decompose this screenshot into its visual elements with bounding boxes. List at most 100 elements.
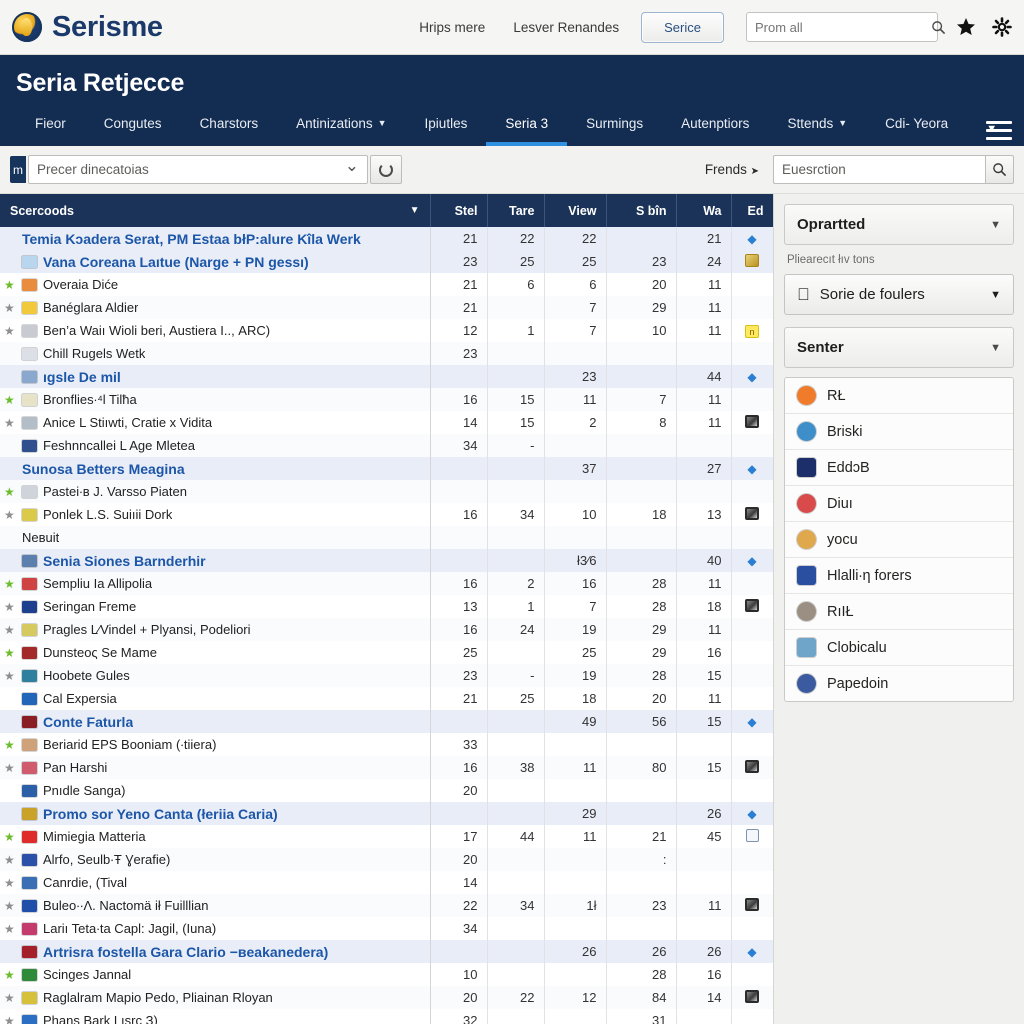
favorite-star-icon[interactable]: ★ <box>4 738 16 752</box>
table-row[interactable]: ★ Pan Harshi 16 38 11 80 15 <box>0 756 773 779</box>
favorite-star-icon[interactable]: ★ <box>4 278 16 292</box>
sidebar-list-item[interactable]: Clobicalu <box>785 630 1013 666</box>
nav-item-autenptiors[interactable]: Autenptiors <box>662 110 768 146</box>
table-row[interactable]: ★ Buleo∙∙Λ. Nactomä ił Fuilllian 22 34 1ł 23 1… <box>0 894 773 917</box>
table-row[interactable]: ★ Hoobete Gules 23-19 28 15 <box>0 664 773 687</box>
diamond-badge-icon[interactable]: ◆ <box>747 807 756 821</box>
col-header-tare[interactable]: Tare <box>487 194 545 227</box>
nav-item-surmings[interactable]: Surmings <box>567 110 662 146</box>
nav-item-sttends[interactable]: Sttends ▼ <box>768 110 866 146</box>
nav-item-congutes[interactable]: Congutes <box>85 110 181 146</box>
col-header-ed[interactable]: Ed <box>731 194 773 227</box>
table-row[interactable]: ★ Phans Bark Lısrc З) 32 31 <box>0 1009 773 1024</box>
favorite-star-icon[interactable]: ★ <box>4 899 16 913</box>
favorite-star-icon[interactable]: ★ <box>4 669 16 683</box>
top-link-resources[interactable]: Lesver Renandes <box>513 20 619 35</box>
image-badge-icon[interactable] <box>745 598 759 612</box>
diamond-badge-icon[interactable]: ◆ <box>747 945 756 959</box>
table-row[interactable]: ★ Beriarid EPЅ Booniam (∙tiiera) 33 <box>0 733 773 756</box>
table-row[interactable]: ★ Sempliu Ia Allipolia 16 2 16 28 11 <box>0 572 773 595</box>
hamburger-icon[interactable] <box>986 121 1012 145</box>
panel-senter[interactable]: Senter ▼ <box>784 327 1014 368</box>
diamond-badge-icon[interactable]: ◆ <box>747 370 756 384</box>
question-input[interactable]: Euesrction <box>773 155 985 184</box>
favorite-star-icon[interactable]: ★ <box>4 853 16 867</box>
chevron-down-icon[interactable]: ▼ <box>990 219 1001 231</box>
doc-badge-icon[interactable] <box>745 828 759 842</box>
panel-operated[interactable]: Oprartted ▼ <box>784 204 1014 245</box>
diamond-badge-icon[interactable]: ◆ <box>747 462 756 476</box>
table-row[interactable]: ★ Neвuit <box>0 526 773 549</box>
col-header-view[interactable]: View <box>544 194 607 227</box>
sidebar-list-item[interactable]: Diuı <box>785 486 1013 522</box>
note-badge-icon[interactable]: n <box>745 325 759 338</box>
favorite-star-icon[interactable]: ★ <box>4 1014 16 1024</box>
image-badge-icon[interactable] <box>745 897 759 911</box>
favorite-star-icon[interactable]: ★ <box>4 508 16 522</box>
table-row[interactable]: ★ Mimiegia Matteria 17 44 11 21 45 <box>0 825 773 848</box>
table-row[interactable]: ★ Pnıdle Sanga) 20 <box>0 779 773 802</box>
col-header-wa[interactable]: Wa <box>676 194 732 227</box>
top-link-help[interactable]: Hrips mere <box>419 20 485 35</box>
nav-item-antinizations[interactable]: Antinizations ▼ <box>277 110 405 146</box>
table-row[interactable]: ★ Banéglara Aldier 21 7 29 11 <box>0 296 773 319</box>
favorite-star-icon[interactable]: ★ <box>4 416 16 430</box>
refresh-button[interactable] <box>370 155 402 184</box>
filter-dropdown[interactable]: Precer dinecatoias ⌄ <box>28 155 368 184</box>
sidebar-list-item[interactable]: Briski <box>785 414 1013 450</box>
favorite-star-icon[interactable]: ★ <box>4 600 16 614</box>
col-header-scercoods[interactable]: Scercoods ▼ <box>0 194 431 227</box>
question-search-button[interactable] <box>985 155 1014 184</box>
table-group-row[interactable]: ★ Promo sor Yeno Canta (łeriia Caria) 29 26… <box>0 802 773 825</box>
sort-select[interactable]:  Sorie de foulers ▼ <box>784 274 1014 315</box>
sidebar-list-item[interactable]: RŁ <box>785 378 1013 414</box>
table-row[interactable]: ★ Pragles L∕Vindel + Plyansi, Podeliori 16… <box>0 618 773 641</box>
sidebar-list-item[interactable]: EddɔB <box>785 450 1013 486</box>
favorite-star-icon[interactable]: ★ <box>4 761 16 775</box>
favorite-star-icon[interactable]: ★ <box>4 577 16 591</box>
favorite-star-icon[interactable]: ★ <box>4 876 16 890</box>
service-button[interactable]: Serice <box>641 11 724 43</box>
sidebar-list-item[interactable]: RıIŁ <box>785 594 1013 630</box>
favorite-star-icon[interactable]: ★ <box>4 922 16 936</box>
favorite-star-icon[interactable]: ★ <box>4 991 16 1005</box>
image-badge-icon[interactable] <box>745 759 759 773</box>
table-row[interactable]: ★ Seringan Freme 13 1 7 28 18 <box>0 595 773 618</box>
image-badge-icon[interactable] <box>745 989 759 1003</box>
diamond-badge-icon[interactable]: ◆ <box>747 554 756 568</box>
table-row[interactable]: ★ Alrfo, Seulb∙Ŧ Ɣerafie) 20: <box>0 848 773 871</box>
gold-badge-icon[interactable] <box>745 253 759 267</box>
nav-item-seria-3[interactable]: Seria 3 <box>486 110 568 146</box>
table-row[interactable]: ★ Lariı Teta∙ta Capl: Jagil, (Іuna) 34 <box>0 917 773 940</box>
nav-item-ipiutles[interactable]: Ipiutles <box>406 110 487 146</box>
table-row[interactable]: ★ Chill Rugels Wetk 23 <box>0 342 773 365</box>
favorite-star-icon[interactable]: ★ <box>4 646 16 660</box>
table-row[interactable]: ★ Ponlek L.S. Suiıii Dork 16 34 10 18 13 <box>0 503 773 526</box>
table-row[interactable]: ★ Ben’a Waiı Wioli beri, Austiera I.., АR… <box>0 319 773 342</box>
brand[interactable]: Serisme <box>12 11 163 44</box>
table-row[interactable]: ★ Scinges Jannal 10 28 16 <box>0 963 773 986</box>
table-row[interactable]: ★ Canrdie, (Tival 14 <box>0 871 773 894</box>
star-icon[interactable] <box>956 17 976 37</box>
search-input[interactable] <box>755 19 931 35</box>
gear-icon[interactable] <box>992 17 1012 37</box>
sidebar-list-item[interactable]: Papedoin <box>785 666 1013 701</box>
favorite-star-icon[interactable]: ★ <box>4 324 16 338</box>
table-group-row[interactable]: ★ Senia Siones Barnderhir ł3⁄6 40 ◆ <box>0 549 773 572</box>
table-row[interactable]: ★ Raglalram Mapio Pedo, Pliainan Rloyan 20… <box>0 986 773 1009</box>
table-row[interactable]: ★ Bronflies∙⁴l Tilħa 16 15 11 7 11 <box>0 388 773 411</box>
favorite-star-icon[interactable]: ★ <box>4 485 16 499</box>
table-row[interactable]: ★ Dunsteος Se Mame 25 25 29 16 <box>0 641 773 664</box>
table-row[interactable]: ★ Anice L Stiıwti, Cratie x Vidita 14 15 2 8 1… <box>0 411 773 434</box>
favorite-star-icon[interactable]: ★ <box>4 830 16 844</box>
favorite-star-icon[interactable]: ★ <box>4 301 16 315</box>
chevron-down-icon[interactable]: ▼ <box>990 342 1001 354</box>
image-badge-icon[interactable] <box>745 506 759 520</box>
favorite-star-icon[interactable]: ★ <box>4 623 16 637</box>
friends-link[interactable]: Frends ➤ <box>705 162 759 177</box>
col-header-stel[interactable]: Stel <box>430 194 488 227</box>
table-row[interactable]: ★ Overaia Diće 21 6 6 20 11 <box>0 273 773 296</box>
diamond-badge-icon[interactable]: ◆ <box>747 715 756 729</box>
table-row[interactable]: ★ Pastei∙в J. Varsso Piaten <box>0 480 773 503</box>
sidebar-list-item[interactable]: Hlalli∙η forers <box>785 558 1013 594</box>
